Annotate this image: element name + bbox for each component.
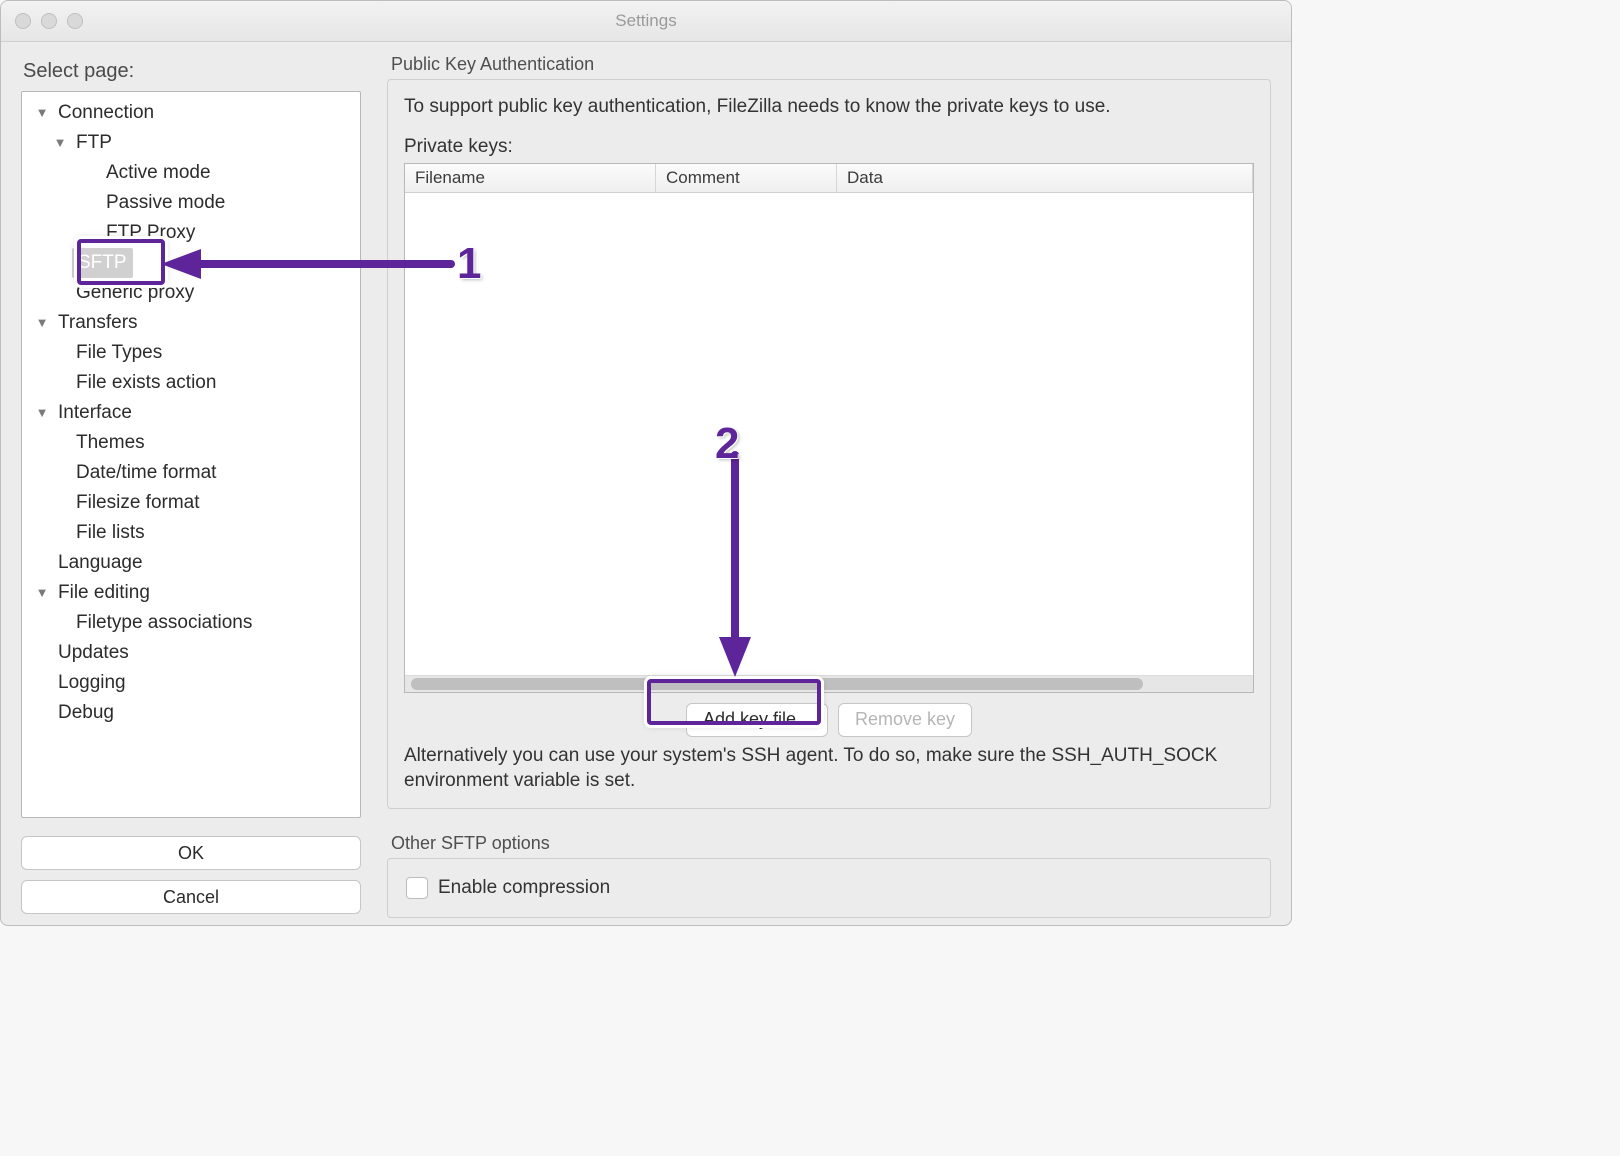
enable-compression-label: Enable compression: [438, 877, 610, 899]
tree-item-label: File lists: [72, 518, 149, 548]
tree-item-connection[interactable]: ▼Connection: [30, 98, 356, 128]
tree-item-file-exists-action[interactable]: File exists action: [30, 368, 356, 398]
tree-item-label: Filetype associations: [72, 608, 256, 638]
tree-item-label: SFTP: [72, 248, 133, 278]
sidebar: Select page: ▼Connection▼FTPActive modeP…: [1, 42, 375, 926]
tree-item-passive-mode[interactable]: Passive mode: [30, 188, 356, 218]
tree-item-label: File Types: [72, 338, 166, 368]
tree-item-label: FTP Proxy: [102, 218, 199, 248]
tree-item-label: File exists action: [72, 368, 220, 398]
group-other-label: Other SFTP options: [391, 833, 1271, 854]
tree-item-label: File editing: [54, 578, 154, 608]
tree-item-active-mode[interactable]: Active mode: [30, 158, 356, 188]
tree-item-logging[interactable]: Logging: [30, 668, 356, 698]
private-keys-list[interactable]: Filename Comment Data: [404, 163, 1254, 692]
tree-item-themes[interactable]: Themes: [30, 428, 356, 458]
tree-item-file-lists[interactable]: File lists: [30, 518, 356, 548]
tree-item-filesize-format[interactable]: Filesize format: [30, 488, 356, 518]
settings-tree[interactable]: ▼Connection▼FTPActive modePassive modeFT…: [21, 91, 361, 818]
remove-key-button: Remove key: [838, 703, 972, 737]
tree-item-date-time-format[interactable]: Date/time format: [30, 458, 356, 488]
disclosure-triangle-icon[interactable]: ▼: [34, 398, 50, 428]
tree-item-label: Active mode: [102, 158, 215, 188]
ssh-agent-note: Alternatively you can use your system's …: [404, 743, 1254, 794]
tree-item-language[interactable]: Language: [30, 548, 356, 578]
auth-description: To support public key authentication, Fi…: [404, 94, 1254, 120]
tree-item-label: Connection: [54, 98, 158, 128]
tree-item-label: Transfers: [54, 308, 142, 338]
tree-item-label: Date/time format: [72, 458, 220, 488]
tree-item-label: Generic proxy: [72, 278, 198, 308]
col-data[interactable]: Data: [837, 164, 1253, 192]
list-header: Filename Comment Data: [405, 164, 1253, 193]
add-key-file-button[interactable]: Add key file...: [686, 703, 828, 737]
tree-item-label: Language: [54, 548, 147, 578]
group-other: Enable compression: [387, 858, 1271, 918]
group-auth: To support public key authentication, Fi…: [387, 79, 1271, 809]
tree-item-transfers[interactable]: ▼Transfers: [30, 308, 356, 338]
settings-window: Settings Select page: ▼Connection▼FTPAct…: [0, 0, 1292, 926]
disclosure-triangle-icon[interactable]: ▼: [34, 578, 50, 608]
tree-item-updates[interactable]: Updates: [30, 638, 356, 668]
tree-item-label: Debug: [54, 698, 118, 728]
tree-item-file-types[interactable]: File Types: [30, 338, 356, 368]
tree-item-ftp-proxy[interactable]: FTP Proxy: [30, 218, 356, 248]
tree-item-label: Themes: [72, 428, 149, 458]
tree-item-debug[interactable]: Debug: [30, 698, 356, 728]
tree-item-label: Updates: [54, 638, 133, 668]
col-comment[interactable]: Comment: [656, 164, 837, 192]
window-title: Settings: [1, 11, 1291, 31]
col-filename[interactable]: Filename: [405, 164, 656, 192]
group-auth-label: Public Key Authentication: [391, 54, 1271, 75]
tree-item-file-editing[interactable]: ▼File editing: [30, 578, 356, 608]
tree-item-label: Filesize format: [72, 488, 204, 518]
enable-compression-checkbox[interactable]: [406, 877, 428, 899]
sidebar-label: Select page:: [23, 60, 361, 83]
tree-item-label: Logging: [54, 668, 130, 698]
tree-item-ftp[interactable]: ▼FTP: [30, 128, 356, 158]
tree-item-filetype-associations[interactable]: Filetype associations: [30, 608, 356, 638]
private-keys-label: Private keys:: [404, 134, 1254, 160]
tree-item-sftp[interactable]: SFTP: [30, 248, 356, 278]
disclosure-triangle-icon[interactable]: ▼: [52, 128, 68, 158]
horizontal-scrollbar[interactable]: [405, 675, 1253, 692]
tree-item-label: Passive mode: [102, 188, 229, 218]
cancel-button[interactable]: Cancel: [21, 880, 361, 914]
main-panel: Public Key Authentication To support pub…: [375, 42, 1291, 926]
tree-item-label: FTP: [72, 128, 116, 158]
disclosure-triangle-icon[interactable]: ▼: [34, 308, 50, 338]
list-body: [405, 193, 1253, 674]
tree-item-interface[interactable]: ▼Interface: [30, 398, 356, 428]
disclosure-triangle-icon[interactable]: ▼: [34, 98, 50, 128]
tree-item-label: Interface: [54, 398, 136, 428]
ok-button[interactable]: OK: [21, 836, 361, 870]
titlebar: Settings: [1, 1, 1291, 42]
tree-item-generic-proxy[interactable]: Generic proxy: [30, 278, 356, 308]
